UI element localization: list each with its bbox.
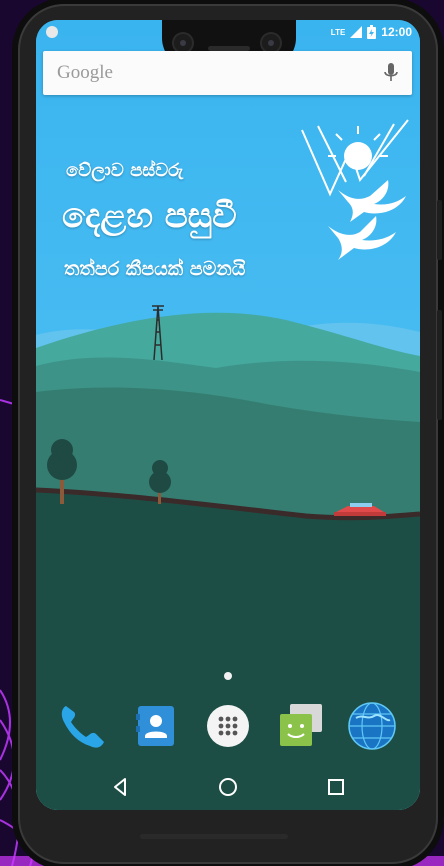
navigation-bar — [36, 762, 420, 810]
browser-globe-icon[interactable] — [346, 700, 398, 752]
volume-button — [437, 200, 442, 260]
contacts-icon[interactable] — [130, 700, 182, 752]
back-icon[interactable] — [109, 776, 131, 798]
app-drawer-icon[interactable] — [202, 700, 254, 752]
banner-line-1: වේලාව පස්වරු — [66, 160, 184, 181]
banner-line-3: තත්පර කීපයක් පමනයි — [64, 258, 246, 280]
banner-line-2: දෙළහ පසුවී — [62, 196, 237, 236]
home-screen: LTE 12:00 Google වේලාව පස්වරු දෙළහ පසුවී… — [36, 20, 420, 810]
sun-doves-logo — [301, 119, 409, 260]
messages-icon[interactable] — [274, 700, 326, 752]
clock-banner-widget[interactable]: වේලාව පස්වරු දෙළහ පසුවී තත්පර කීපයක් පමන… — [36, 20, 420, 320]
phone-icon[interactable] — [56, 700, 108, 752]
page-indicator — [224, 672, 232, 680]
recents-icon[interactable] — [325, 776, 347, 798]
power-button — [437, 310, 442, 420]
home-icon[interactable] — [217, 776, 239, 798]
bottom-speaker — [140, 834, 288, 839]
